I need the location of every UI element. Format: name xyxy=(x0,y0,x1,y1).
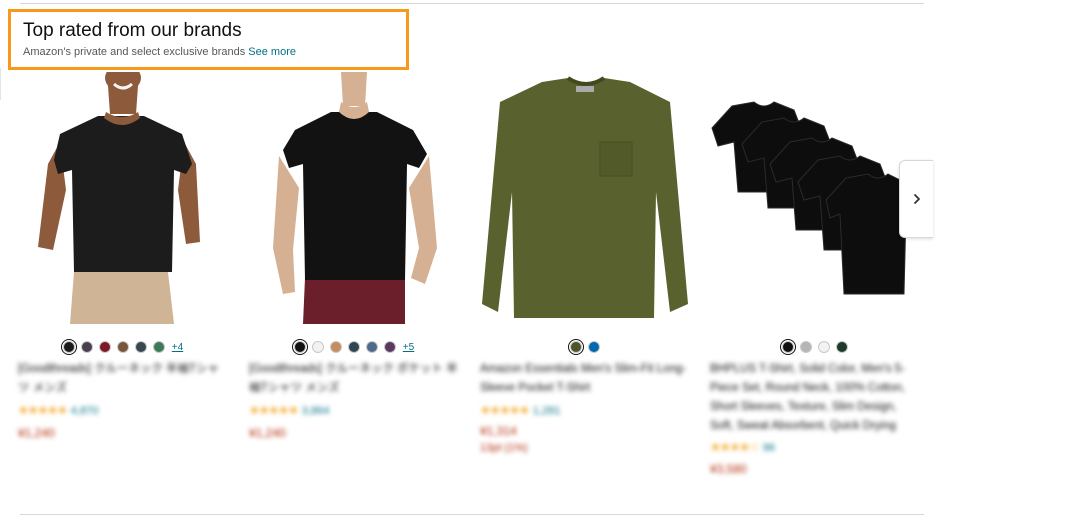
color-swatch[interactable] xyxy=(311,341,324,353)
product-image-olive-longsleeve-shirt[interactable] xyxy=(480,72,690,324)
product-title[interactable]: [Goodthreads] クルーネック 半袖Tシャツ メンズ xyxy=(18,360,228,398)
color-swatch[interactable] xyxy=(818,341,830,353)
color-swatch[interactable] xyxy=(134,341,147,353)
chevron-right-icon xyxy=(913,194,920,204)
left-edge-divider xyxy=(0,68,1,100)
color-swatch[interactable] xyxy=(836,341,848,353)
star-rating-icon: ★★★★☆ xyxy=(710,440,760,454)
product-title[interactable]: BHPLUS T-Shirt, Solid Color, Men's 5-Pie… xyxy=(710,360,920,436)
more-colors-link[interactable]: +5 xyxy=(403,342,414,353)
carousel-next-button[interactable] xyxy=(899,160,933,238)
section-title: Top rated from our brands xyxy=(23,20,242,41)
product-rating[interactable]: ★★★★★ 1,281 xyxy=(480,403,560,418)
product-rating[interactable]: ★★★★★ 3,864 xyxy=(249,403,329,418)
product-card[interactable]: +4 [Goodthreads] クルーネック 半袖Tシャツ メンズ ★★★★★… xyxy=(18,72,228,502)
color-swatch[interactable] xyxy=(347,341,360,353)
color-swatch[interactable] xyxy=(329,341,342,353)
color-swatches: +4 xyxy=(18,338,228,356)
color-swatches xyxy=(480,338,690,356)
star-rating-icon: ★★★★★ xyxy=(18,403,68,417)
section-header-highlight: Top rated from our brands Amazon's priva… xyxy=(8,9,409,70)
product-price: ¥1,240 xyxy=(18,426,55,440)
section-subtitle: Amazon's private and select exclusive br… xyxy=(23,45,296,59)
star-rating-icon: ★★★★★ xyxy=(480,403,530,417)
section-subtitle-text: Amazon's private and select exclusive br… xyxy=(23,46,246,58)
color-swatch[interactable] xyxy=(98,341,111,353)
color-swatch[interactable] xyxy=(152,341,165,353)
review-count[interactable]: 3,864 xyxy=(302,405,330,417)
more-colors-link[interactable]: +4 xyxy=(172,342,183,353)
product-image-black-pocket-tshirt-model[interactable] xyxy=(249,72,459,324)
product-title[interactable]: Amazon Essentials Men's Slim-Fit Long-Sl… xyxy=(480,360,690,398)
review-count[interactable]: 1,281 xyxy=(533,405,561,417)
star-rating-icon: ★★★★★ xyxy=(249,403,299,417)
top-divider xyxy=(20,3,924,4)
product-image-black-tshirt-5pack[interactable] xyxy=(710,72,920,324)
product-price: ¥1,240 xyxy=(249,426,286,440)
product-card[interactable]: BHPLUS T-Shirt, Solid Color, Men's 5-Pie… xyxy=(710,72,920,502)
color-swatch[interactable] xyxy=(291,338,309,356)
product-card[interactable]: +5 [Goodthreads] クルーネック ポケット 半袖Tシャツ メンズ … xyxy=(249,72,459,502)
color-swatch[interactable] xyxy=(779,338,797,356)
color-swatch[interactable] xyxy=(116,341,129,353)
product-price: ¥3,580 xyxy=(710,462,747,476)
product-rating[interactable]: ★★★★★ 4,870 xyxy=(18,403,98,418)
color-swatches xyxy=(710,338,920,356)
product-points: 13pt (1%) xyxy=(480,442,528,454)
review-count[interactable]: 4,870 xyxy=(71,405,99,417)
see-more-link[interactable]: See more xyxy=(248,46,296,58)
product-rating[interactable]: ★★★★☆ 96 xyxy=(710,440,775,455)
product-image-black-tshirt-model[interactable] xyxy=(18,72,228,324)
color-swatch[interactable] xyxy=(567,338,585,356)
product-price: ¥1,314 xyxy=(480,424,517,438)
bottom-divider xyxy=(20,514,924,515)
color-swatches: +5 xyxy=(249,338,459,356)
review-count[interactable]: 96 xyxy=(763,442,775,454)
color-swatch[interactable] xyxy=(80,341,93,353)
color-swatch[interactable] xyxy=(383,341,396,353)
color-swatch[interactable] xyxy=(588,341,600,353)
color-swatch[interactable] xyxy=(60,338,78,356)
product-title[interactable]: [Goodthreads] クルーネック ポケット 半袖Tシャツ メンズ xyxy=(249,360,459,398)
color-swatch[interactable] xyxy=(800,341,812,353)
color-swatch[interactable] xyxy=(365,341,378,353)
product-card[interactable]: Amazon Essentials Men's Slim-Fit Long-Sl… xyxy=(480,72,690,502)
